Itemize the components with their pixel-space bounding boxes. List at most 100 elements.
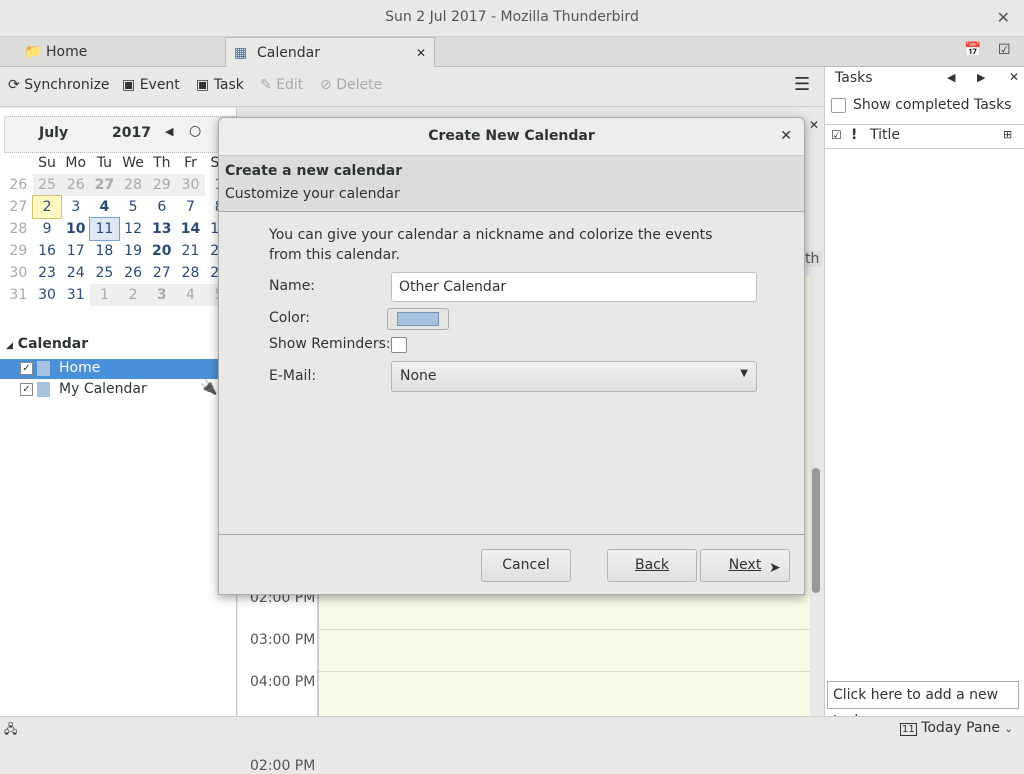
dropdown-arrow-icon: ▼: [740, 368, 748, 379]
label: Event: [139, 77, 180, 93]
today-pane-toggle[interactable]: 11 Today Pane ⌄: [900, 720, 1013, 736]
completed-column-icon[interactable]: ☑: [831, 128, 842, 142]
day-cell[interactable]: 26: [61, 174, 91, 196]
show-reminders-checkbox[interactable]: [391, 337, 407, 353]
close-dialog-icon[interactable]: ✕: [780, 118, 792, 154]
next-icon[interactable]: ▶: [977, 71, 985, 84]
day-cell[interactable]: 14: [176, 218, 205, 240]
email-select[interactable]: None ▼: [391, 361, 757, 392]
day-cell[interactable]: 29: [147, 174, 177, 196]
new-task-button[interactable]: ▣ Task: [196, 77, 244, 93]
month-label[interactable]: July: [39, 125, 68, 141]
day-cell[interactable]: 17: [61, 240, 90, 262]
day-cell[interactable]: 28: [118, 174, 148, 196]
tab-home[interactable]: 📁 Home: [0, 37, 225, 67]
close-icon[interactable]: ✕: [809, 118, 819, 132]
day-cell[interactable]: 30: [176, 174, 205, 196]
task-list-header: ☑ ! Title ⊞: [825, 124, 1024, 149]
day-cell[interactable]: 12: [119, 218, 148, 240]
color-picker[interactable]: [387, 308, 449, 330]
day-cell[interactable]: 24: [61, 262, 90, 284]
back-button[interactable]: Back: [607, 549, 697, 582]
day-cell[interactable]: 16: [33, 240, 62, 262]
connection-icon: 🖧: [4, 722, 18, 736]
calendar-icon: ▦: [234, 45, 248, 61]
day-cell[interactable]: 3: [61, 196, 90, 218]
year-label[interactable]: 2017: [112, 125, 151, 141]
day-cell[interactable]: 30: [33, 284, 62, 306]
close-window-icon[interactable]: ✕: [997, 0, 1010, 35]
day-cell[interactable]: 6: [147, 196, 176, 218]
new-event-button[interactable]: ▣ Event: [122, 77, 180, 93]
day-cell[interactable]: 5: [119, 196, 148, 218]
day-cell[interactable]: 18: [90, 240, 119, 262]
close-tab-icon[interactable]: ✕: [416, 38, 426, 68]
today-icon[interactable]: ○: [189, 123, 201, 139]
minimonth-grid: SuMoTuWeThFrSa26252627282930127234567828…: [4, 152, 234, 306]
checkbox[interactable]: ✓: [20, 383, 33, 396]
calendar-color-swatch: [37, 361, 50, 376]
day-cell[interactable]: 2: [118, 284, 148, 306]
calendar-list-heading[interactable]: ◢ Calendar: [6, 336, 88, 352]
new-task-input[interactable]: Click here to add a new task: [827, 681, 1019, 729]
delete-icon: ⊘: [320, 77, 332, 93]
day-cell[interactable]: 20: [147, 240, 176, 262]
chevron-down-icon: ⌄: [1004, 724, 1013, 735]
delete-button[interactable]: ⊘ Delete: [320, 77, 382, 93]
show-completed-checkbox[interactable]: [831, 98, 846, 113]
view-tab-month[interactable]: th: [802, 251, 823, 267]
day-cell[interactable]: 4: [90, 196, 119, 218]
column-picker-icon[interactable]: ⊞: [1003, 128, 1012, 141]
wizard-heading: Create a new calendar: [225, 163, 403, 179]
day-cell[interactable]: 1: [90, 284, 119, 306]
day-cell[interactable]: 28: [176, 262, 205, 284]
day-cell[interactable]: 2: [31, 195, 63, 219]
minimonth-header: July 2017 ◀ ○: [4, 116, 237, 153]
calendar-mode-icon[interactable]: 📅: [964, 42, 981, 58]
previous-month-icon[interactable]: ◀: [165, 125, 173, 138]
day-cell[interactable]: 23: [33, 262, 62, 284]
day-cell[interactable]: 7: [176, 196, 205, 218]
day-cell[interactable]: 27: [147, 262, 176, 284]
calendar-item-my-calendar[interactable]: ✓ My Calendar 🔌: [0, 380, 237, 400]
status-bar: 🖧 11 Today Pane ⌄: [0, 716, 1024, 741]
close-pane-icon[interactable]: ✕: [1009, 70, 1019, 84]
weekday-header: Fr: [184, 155, 197, 171]
day-cell[interactable]: 4: [176, 284, 205, 306]
title-column-header[interactable]: Title: [870, 127, 900, 143]
week-number: 31: [9, 287, 28, 303]
window-title: Sun 2 Jul 2017 - Mozilla Thunderbird: [385, 9, 639, 25]
tasks-mode-icon[interactable]: ☑: [998, 42, 1011, 58]
day-cell[interactable]: 25: [90, 262, 119, 284]
weekday-header: Su: [38, 155, 56, 171]
day-cell[interactable]: 26: [119, 262, 148, 284]
scrollbar-thumb[interactable]: [812, 468, 820, 593]
priority-column-icon[interactable]: !: [851, 127, 857, 143]
synchronize-button[interactable]: ⟳ Synchronize: [8, 77, 110, 93]
day-cell[interactable]: 11: [89, 217, 120, 241]
day-cell[interactable]: 3: [147, 284, 177, 306]
cancel-button[interactable]: Cancel: [481, 549, 571, 582]
checkbox[interactable]: ✓: [20, 362, 33, 375]
time-label: 02:00 PM: [250, 758, 316, 774]
time-label: 04:00 PM: [250, 674, 316, 690]
menu-icon[interactable]: ☰: [794, 74, 810, 95]
label: Calendar: [17, 336, 89, 352]
day-cell[interactable]: 25: [32, 174, 62, 196]
tab-calendar[interactable]: ▦ Calendar ✕: [225, 37, 435, 67]
day-cell[interactable]: 9: [33, 218, 62, 240]
calendar-item-home[interactable]: ✓ Home: [0, 359, 237, 379]
day-cell[interactable]: 31: [61, 284, 90, 306]
tab-label: Calendar: [257, 45, 320, 61]
day-cell[interactable]: 27: [90, 174, 119, 196]
create-calendar-dialog: Create New Calendar ✕ Create a new calen…: [218, 117, 805, 595]
day-cell[interactable]: 10: [61, 218, 90, 240]
day-cell[interactable]: 19: [119, 240, 148, 262]
day-cell[interactable]: 21: [176, 240, 205, 262]
edit-button[interactable]: ✎ Edit: [260, 77, 303, 93]
name-input[interactable]: [391, 272, 757, 302]
mouse-cursor-icon: ➤: [769, 560, 781, 576]
previous-icon[interactable]: ◀: [947, 71, 955, 84]
day-cell[interactable]: 13: [147, 218, 176, 240]
today-icon: 11: [900, 723, 917, 736]
